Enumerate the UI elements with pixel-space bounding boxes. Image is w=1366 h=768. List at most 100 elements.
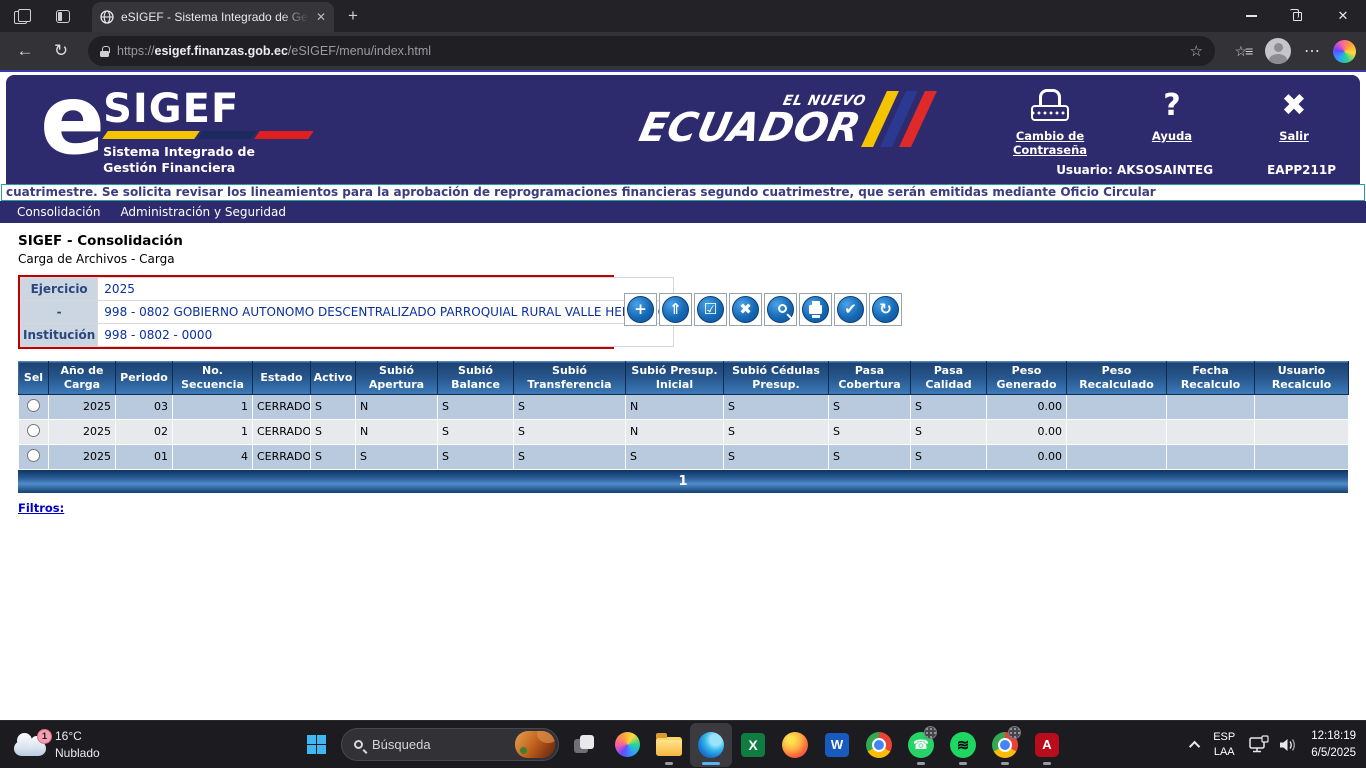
table-cell: 03 [116,394,173,419]
taskbar-excel-button[interactable] [732,723,774,767]
table-cell [1167,419,1255,444]
tab-actions-icon[interactable] [56,10,70,23]
row-select-radio[interactable] [27,449,40,462]
running-indicator [917,762,925,765]
bookmark-star-icon[interactable] [1190,42,1203,60]
taskbar-task-view-button[interactable] [564,723,606,767]
taskbar-spotify-button[interactable] [942,723,984,767]
table-cell: 02 [116,419,173,444]
taskbar-file-explorer-button[interactable] [648,723,690,767]
weather-temp: 16°C [55,728,100,744]
column-header: Subió Presup. Inicial [626,362,724,395]
favorites-list-icon[interactable] [1227,43,1259,60]
taskbar-weather-widget[interactable]: 1 16°C Nublado [14,728,100,760]
page-1-link[interactable]: 1 [678,474,687,489]
header-link-label: Salir [1279,129,1309,143]
window-minimize-button[interactable] [1228,0,1274,32]
table-cell: S [626,444,724,469]
pagination-bar: 1 [18,470,1348,493]
screen: eSIGEF - Sistema Integrado de Ge ← ↻ htt… [0,0,1366,768]
taskbar-search[interactable]: Búsqueda [341,728,559,761]
column-header: Peso Generado [987,362,1067,395]
window-restore-button[interactable] [1274,0,1320,32]
validate-file-button[interactable]: ☑ [694,293,727,326]
table-cell: S [829,394,911,419]
table-row: 2025014CERRADOSSSSSSSS0.00 [19,444,1349,469]
view-detail-button[interactable] [764,293,797,326]
header-link-logout[interactable]: ✖Salir [1248,85,1340,158]
marquee-text: cuatrimestre. Se solicita revisar los li… [2,185,1364,200]
firefox-icon [782,732,808,758]
url-text: https://esigef.finanzas.gob.ec/eSIGEF/me… [117,44,1182,58]
running-indicator [702,762,720,765]
validate-file-icon: ☑ [697,296,724,323]
profile-avatar[interactable] [1265,38,1291,64]
logo-e: e [40,83,101,177]
table-cell: S [438,394,514,419]
row-select-radio[interactable] [27,424,40,437]
taskbar-edge-button[interactable] [690,723,732,767]
browser-menu-icon[interactable] [1297,41,1327,61]
column-header: Sel [19,362,49,395]
header-link-change-password[interactable]: Cambio de Contraseña [1004,85,1096,158]
print-button[interactable] [799,293,832,326]
task-view-icon [574,735,596,754]
header-link-help[interactable]: ?Ayuda [1126,85,1218,158]
language-indicator[interactable]: ESP LAA [1213,730,1235,760]
address-bar[interactable]: https://esigef.finanzas.gob.ec/eSIGEF/me… [88,36,1215,66]
new-record-button[interactable]: + [624,293,657,326]
table-cell: N [626,419,724,444]
tray-time: 12:18:19 [1311,728,1356,744]
browser-tab[interactable]: eSIGEF - Sistema Integrado de Ge [92,2,334,32]
start-button[interactable] [296,725,336,765]
clock[interactable]: 12:18:19 6/5/2025 [1311,728,1356,760]
esigef-logo: e SIGEF Sistema Integrado de Gestión Fin… [40,83,311,177]
delete-file-button[interactable]: ✖ [729,293,762,326]
taskbar-copilot-button[interactable] [606,723,648,767]
menu-item-administracion[interactable]: Administración y Seguridad [111,205,295,219]
table-cell: CERRADO [253,394,311,419]
site-lock-icon[interactable] [100,46,109,57]
search-icon [354,740,363,749]
select-cell [19,444,49,469]
column-header: Activo [311,362,356,395]
notification-badge [924,726,937,739]
taskbar-acrobat-button[interactable] [1026,723,1068,767]
table-row: 2025021CERRADOSNSSNSSS0.00 [19,419,1349,444]
row-select-radio[interactable] [27,399,40,412]
page-title: SIGEF - Consolidación [18,233,1348,249]
window-close-button[interactable] [1320,0,1366,32]
network-volume-group[interactable] [1248,735,1298,755]
filters-link[interactable]: Filtros: [18,501,64,515]
context-form: Ejercicio2025-998 - 0802 GOBIERNO AUTONO… [18,275,614,349]
taskbar-chrome-profile2-button[interactable] [984,723,1026,767]
copilot-icon[interactable] [1333,40,1356,63]
form-value: 998 - 0802 GOBIERNO AUTONOMO DESCENTRALI… [98,301,673,323]
upload-file-button[interactable]: ⇑ [659,293,692,326]
logged-user-label: Usuario: AKSOSAINTEG [1056,163,1213,177]
tab-close-icon[interactable] [316,10,326,24]
approve-quality-icon: ✔ [837,296,864,323]
workspaces-icon[interactable] [14,9,30,23]
refresh-button[interactable]: ↻ [46,36,76,66]
column-header: Usuario Recalculo [1255,362,1349,395]
new-tab-button[interactable] [348,6,358,26]
recalculate-search-button[interactable]: ↻ [869,293,902,326]
taskbar-word-button[interactable] [816,723,858,767]
logo-sigef-text: SIGEF [103,91,311,127]
table-cell: 1 [173,394,253,419]
approve-quality-button[interactable]: ✔ [834,293,867,326]
taskbar-firefox-button[interactable] [774,723,816,767]
table-cell [1067,444,1167,469]
column-header: Fecha Recalculo [1167,362,1255,395]
nuevo-ecuador-logo: EL NUEVO ECUADOR [636,91,930,147]
back-button[interactable]: ← [10,36,40,66]
running-indicator [959,762,967,765]
menu-item-consolidacion[interactable]: Consolidación [8,205,109,219]
table-cell: 0.00 [987,444,1067,469]
excel-icon [741,733,765,757]
taskbar-whatsapp-button[interactable] [900,723,942,767]
table-cell: S [514,444,626,469]
tray-overflow-chevron-icon[interactable] [1189,740,1200,751]
taskbar-chrome-button[interactable] [858,723,900,767]
